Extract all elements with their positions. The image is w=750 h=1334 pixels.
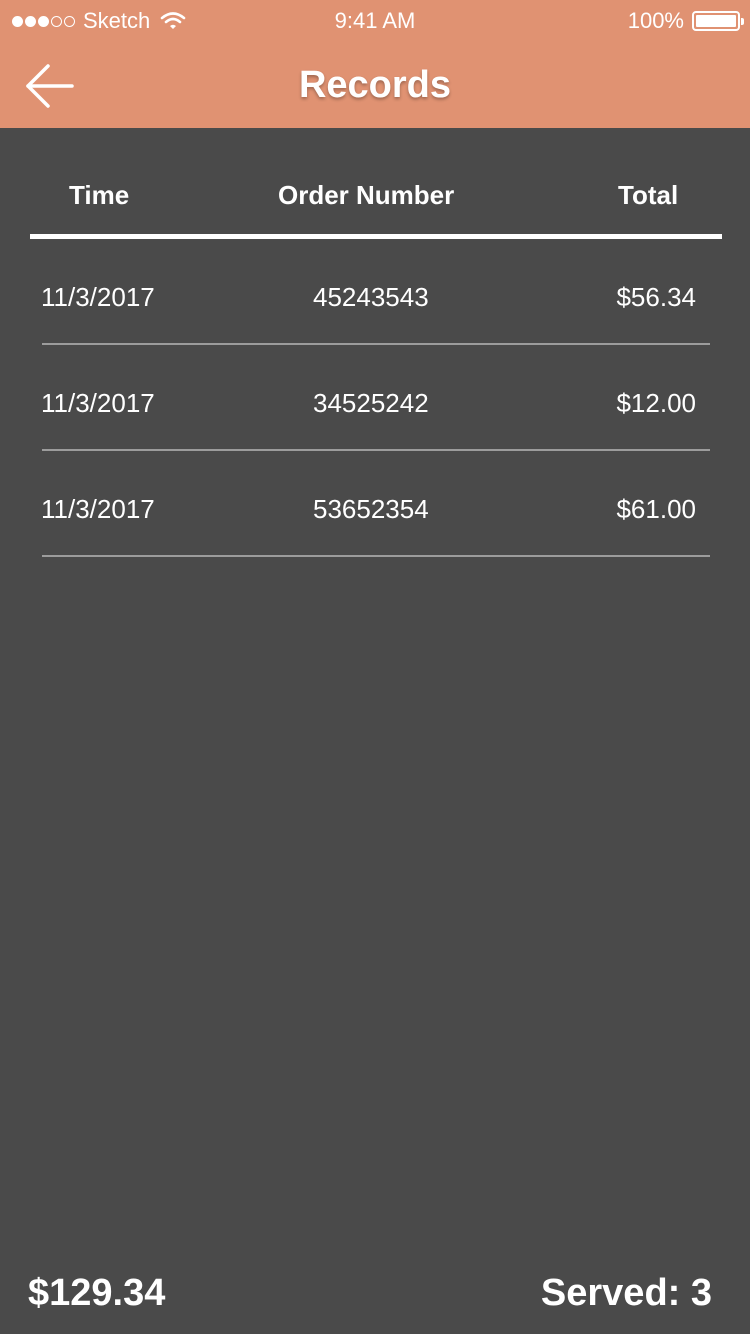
column-header-order-number[interactable]: Order Number	[278, 180, 454, 211]
row-total: $61.00	[616, 494, 696, 524]
status-bar: Sketch 9:41 AM 100%	[0, 0, 750, 40]
row-time: 11/3/2017	[41, 494, 155, 524]
table-row[interactable]: 11/3/2017 45243543 $56.34	[0, 239, 750, 345]
battery-percent: 100%	[627, 8, 684, 33]
page-title: Records	[298, 64, 452, 106]
row-total: $56.34	[616, 282, 696, 312]
status-right: 100%	[627, 8, 744, 34]
table-header: Time Order Number Total	[30, 168, 722, 226]
row-time: 11/3/2017	[41, 388, 155, 418]
records-table: 11/3/2017 45243543 $56.34 11/3/2017 3452…	[0, 239, 750, 557]
row-total: $12.00	[616, 388, 696, 418]
table-row[interactable]: 11/3/2017 34525242 $12.00	[0, 345, 750, 451]
footer-total-amount: $129.34	[28, 1272, 166, 1314]
top-bar: Sketch 9:41 AM 100% Records	[0, 0, 750, 128]
row-time: 11/3/2017	[41, 282, 155, 312]
row-order-number: 34525242	[313, 388, 429, 418]
footer-served-count: Served: 3	[540, 1272, 712, 1314]
row-order-number: 53652354	[313, 494, 429, 524]
table-row[interactable]: 11/3/2017 53652354 $61.00	[0, 451, 750, 557]
row-divider	[42, 555, 710, 557]
column-header-total[interactable]: Total	[618, 180, 678, 211]
row-order-number: 45243543	[313, 282, 429, 312]
column-header-time[interactable]: Time	[69, 180, 129, 211]
battery-icon	[692, 11, 744, 31]
